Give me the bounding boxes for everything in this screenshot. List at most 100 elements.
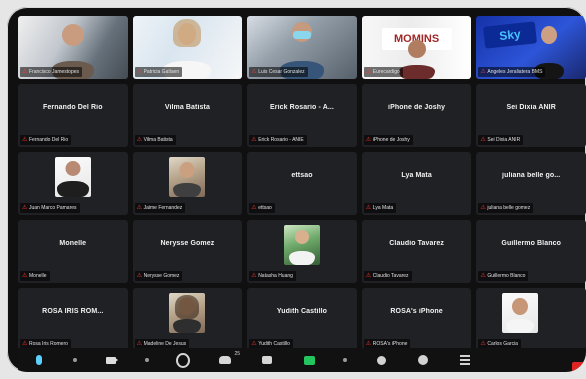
participant-name: Lya Mata [401, 172, 432, 179]
participant-tile-9[interactable]: iPhone de Joshy ⚠ iPhone de Joshy [361, 84, 472, 147]
participant-tile-2[interactable]: ⚠ Patricia Gatlaen [132, 16, 243, 79]
participant-label-text: Vilma Batista [143, 137, 173, 143]
participant-tile-19[interactable]: Claudio Tavarez ⚠ Claudio Tavarez [361, 220, 472, 283]
participant-label-text: Angeles Jeraliatera BMS [487, 69, 543, 75]
mute-icon: ⚠ [136, 205, 142, 211]
participant-tile-24[interactable]: ROSA's iPhone ⚠ ROSA's iPhone [361, 288, 472, 351]
more-button[interactable] [456, 351, 474, 369]
participant-tile-3[interactable]: ⚠ Luis Cesar Gonzalez [247, 16, 357, 79]
participant-label: ⚠ Angeles Jeraliatera BMS [478, 67, 546, 77]
participant-tile-10[interactable]: Sei Dixia ANIR ⚠ Sei Dixia ANIR [476, 84, 586, 147]
participants-button[interactable]: 25 [216, 351, 240, 369]
participant-torso [398, 65, 435, 79]
microphone-options-icon[interactable] [72, 357, 78, 363]
meeting-window: ⚠ Francisco Jamestopes ⚠ Patricia Gatlae… [7, 7, 586, 372]
profile-photo [502, 293, 539, 333]
participant-label-text: Luis Cesar Gonzalez [258, 69, 305, 75]
share-screen-button[interactable] [300, 351, 318, 369]
participant-label: ⚠ Vilma Batista [134, 135, 176, 145]
participant-name: Yudith Castillo [276, 308, 328, 315]
participant-tile-23[interactable]: Yudith Castillo ⚠ Yudith Castillo [247, 288, 357, 351]
participant-label-text: Claudio Tavarez [372, 273, 409, 279]
participant-label: ⚠ Monelle [20, 271, 50, 281]
participant-name: Monelle [59, 240, 87, 247]
participant-torso [288, 251, 315, 265]
participant-tile-18[interactable]: ⚠ Natasha Huang [247, 220, 357, 283]
participant-tile-5[interactable]: Sky ⚠ Angeles Jeraliatera BMS [476, 16, 586, 79]
share-options-icon[interactable] [342, 357, 348, 363]
mute-icon: ⚠ [251, 341, 257, 347]
participant-face [512, 298, 529, 315]
record-button[interactable] [372, 351, 390, 369]
participant-face [294, 230, 309, 244]
participant-face [61, 24, 84, 46]
participant-label-text: Sei Dixia ANIR [487, 137, 521, 143]
end-meeting-button[interactable] [572, 362, 586, 372]
participant-face [407, 40, 426, 58]
participant-tile-12[interactable]: ⚠ Jaime Fernandez [132, 152, 243, 215]
mute-icon: ⚠ [480, 341, 486, 347]
participant-label-text: Nerysse Gomez [143, 273, 180, 279]
mute-icon: ⚠ [136, 137, 142, 143]
participant-name: Claudio Tavarez [389, 240, 444, 247]
participant-label: ⚠ ettsao [249, 203, 275, 213]
participant-tile-21[interactable]: ROSA IRIS ROM... ⚠ Rosa Iris Romero [18, 288, 128, 351]
video-options-icon[interactable] [144, 357, 150, 363]
participant-label-text: Fernando Del Rio [29, 137, 69, 143]
participant-tile-17[interactable]: Nerysse Gomez ⚠ Nerysse Gomez [132, 220, 243, 283]
mute-icon: ⚠ [365, 137, 372, 143]
participant-tile-7[interactable]: Vilma Batista ⚠ Vilma Batista [132, 84, 243, 147]
participant-tile-20[interactable]: Guillermo Blanco ⚠ Guillermo Blanco [476, 220, 586, 283]
participant-tile-4[interactable]: MOMINS ⚠ Eurecardigo [361, 16, 472, 79]
participant-name: ROSA IRIS ROM... [42, 308, 104, 315]
brand-logo: Sky [483, 21, 538, 49]
participant-label: ⚠ Natasha Huang [249, 271, 296, 281]
participant-label-text: Patricia Gatlaen [143, 69, 180, 75]
microphone-button[interactable] [30, 351, 48, 369]
participant-hair [173, 19, 202, 47]
profile-photo [54, 157, 91, 197]
mute-icon: ⚠ [365, 273, 372, 279]
participant-label-text: juliana belle gomez [487, 205, 531, 211]
participant-name: Erick Rosario - A... [270, 104, 334, 111]
participant-tile-16[interactable]: Monelle ⚠ Monelle [18, 220, 128, 283]
mute-icon: ⚠ [22, 205, 28, 211]
participant-label: ⚠ Francisco Jamestopes [20, 67, 83, 77]
participant-tile-14[interactable]: Lya Mata ⚠ Lya Mata [361, 152, 472, 215]
participant-hair [175, 295, 200, 319]
participant-label-text: Natasha Huang [258, 273, 293, 279]
participant-tile-15[interactable]: juliana belle go... ⚠ juliana belle gome… [476, 152, 586, 215]
mute-icon: ⚠ [251, 69, 257, 75]
participant-label: ⚠ Lya Mata [363, 203, 397, 213]
profile-photo [283, 225, 320, 265]
mute-icon: ⚠ [365, 205, 372, 211]
participant-label: ⚠ Patricia Gatlaen [134, 67, 183, 77]
participant-label-text: Juan Marco Pamares [29, 205, 77, 211]
participant-tile-8[interactable]: Erick Rosario - A... ⚠ Erick Rosario - A… [247, 84, 357, 147]
participant-label-text: Francisco Jamestopes [29, 69, 80, 75]
mute-icon: ⚠ [251, 137, 257, 143]
mute-icon: ⚠ [22, 341, 28, 347]
participant-tile-25[interactable]: ⚠ Carlos Garcia [476, 288, 586, 351]
mute-icon: ⚠ [480, 137, 486, 143]
mute-icon: ⚠ [480, 69, 486, 75]
video-button[interactable] [102, 351, 120, 369]
mute-icon: ⚠ [22, 137, 28, 143]
mute-icon: ⚠ [136, 69, 142, 75]
participant-label: ⚠ Fernando Del Rio [20, 135, 72, 145]
participant-face [179, 162, 195, 178]
reactions-button[interactable] [414, 351, 432, 369]
chat-button[interactable] [258, 351, 276, 369]
participant-label-text: Monelle [29, 273, 47, 279]
participant-tile-1[interactable]: ⚠ Francisco Jamestopes [18, 16, 128, 79]
security-button[interactable] [174, 351, 192, 369]
mute-icon: ⚠ [365, 69, 372, 75]
participant-label-text: Erick Rosario - ANIE [258, 137, 304, 143]
participant-tile-6[interactable]: Fernando Del Rio ⚠ Fernando Del Rio [18, 84, 128, 147]
participant-label-text: Lya Mata [372, 205, 394, 211]
participant-tile-13[interactable]: ettsao ⚠ ettsao [247, 152, 357, 215]
mute-icon: ⚠ [251, 273, 257, 279]
participant-tile-11[interactable]: ⚠ Juan Marco Pamares [18, 152, 128, 215]
participant-name: Sei Dixia ANIR [506, 104, 556, 111]
participant-tile-22[interactable]: ⚠ Madeline De Jesus [132, 288, 243, 351]
